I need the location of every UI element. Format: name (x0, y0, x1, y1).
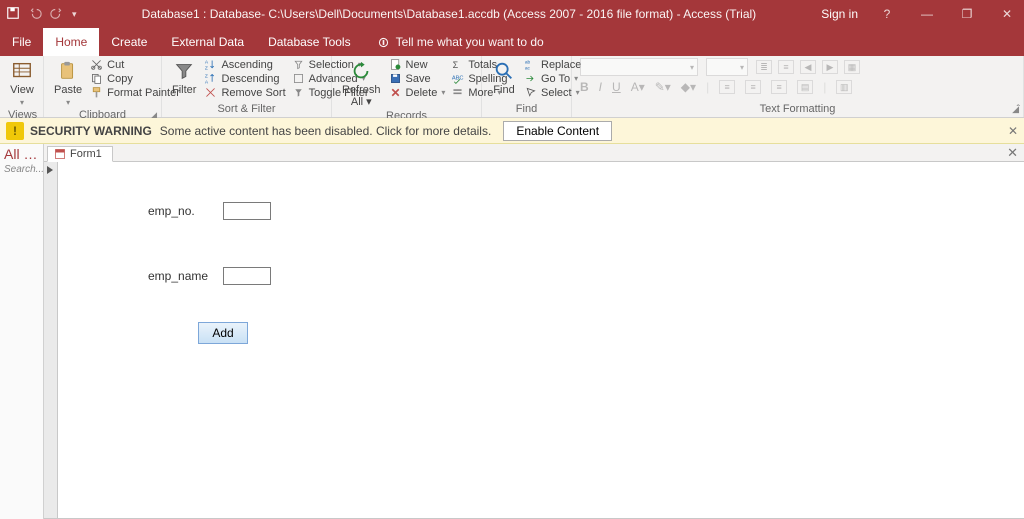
collapse-ribbon-icon[interactable]: ˆ (1017, 104, 1020, 115)
help-icon[interactable]: ? (876, 7, 898, 21)
minimize-icon[interactable]: — (916, 7, 938, 21)
svg-text:Z: Z (205, 65, 208, 71)
tab-database-tools[interactable]: Database Tools (256, 28, 363, 56)
security-title: SECURITY WARNING (30, 124, 152, 138)
align-left-icon[interactable]: ≡ (719, 80, 735, 94)
svg-text:ab: ab (525, 60, 531, 66)
highlight-icon[interactable]: ✎▾ (655, 80, 671, 94)
svg-text:ABC: ABC (452, 75, 464, 81)
delete-record-button[interactable]: Delete▾ (389, 86, 446, 99)
remove-sort-button[interactable]: Remove Sort (204, 86, 285, 99)
signin-link[interactable]: Sign in (821, 7, 858, 21)
tab-home[interactable]: Home (43, 28, 99, 56)
filter-button[interactable]: Filter (170, 58, 198, 98)
add-button[interactable]: Add (198, 322, 248, 344)
conditional-fmt-icon[interactable]: ▥ (836, 80, 852, 94)
security-message: Some active content has been disabled. C… (160, 124, 492, 138)
tab-file[interactable]: File (0, 28, 43, 56)
save-icon[interactable] (6, 6, 20, 23)
bullets-icon[interactable]: ≣ (756, 60, 772, 74)
new-record-button[interactable]: New (389, 58, 446, 71)
emp-name-field[interactable] (223, 267, 271, 285)
underline-icon[interactable]: U (612, 80, 621, 94)
navigation-pane[interactable]: All … Search...🔍 (0, 144, 44, 519)
fill-color-icon[interactable]: ◆▾ (681, 80, 696, 94)
doc-tab-form1[interactable]: Form1 (47, 146, 113, 162)
undo-icon[interactable] (28, 6, 42, 23)
title-bar: ▾ Database1 : Database- C:\Users\Dell\Do… (0, 0, 1024, 28)
font-size-combo[interactable]: ▾ (706, 58, 748, 76)
security-close-icon[interactable]: ✕ (1008, 124, 1018, 138)
workspace: All … Search...🔍 Form1 ✕ emp_no. emp_nam… (0, 144, 1024, 519)
view-button[interactable]: View ▾ (8, 58, 36, 109)
gridlines-icon[interactable]: ▦ (844, 60, 860, 74)
refresh-all-button[interactable]: RefreshAll ▾ (340, 58, 383, 110)
ribbon: View ▾ Views Paste ▾ Cut Copy Format Pai… (0, 56, 1024, 118)
numbering-icon[interactable]: ≡ (778, 60, 794, 74)
tellme-label: Tell me what you want to do (396, 35, 544, 49)
group-sortfilter-label: Sort & Filter (170, 103, 323, 117)
indent-inc-icon[interactable]: ▶ (822, 60, 838, 74)
record-selector[interactable] (44, 162, 58, 518)
doc-tab-label: Form1 (70, 148, 102, 160)
nav-header[interactable]: All … (0, 144, 43, 164)
svg-text:A: A (205, 79, 209, 85)
italic-icon[interactable]: I (599, 80, 602, 94)
shield-icon: ! (6, 122, 24, 140)
align-right-icon[interactable]: ≡ (771, 80, 787, 94)
current-record-icon (47, 166, 53, 174)
svg-text:ac: ac (525, 66, 531, 71)
svg-text:Σ: Σ (453, 60, 459, 70)
align-center-icon[interactable]: ≡ (745, 80, 761, 94)
redo-icon[interactable] (50, 6, 64, 23)
group-textfmt-label: Text Formatting (760, 103, 836, 115)
bold-icon[interactable]: B (580, 80, 589, 94)
nav-search[interactable]: Search...🔍 (0, 164, 43, 175)
doc-close-icon[interactable]: ✕ (1007, 145, 1018, 161)
svg-text:A: A (205, 60, 209, 66)
enable-content-button[interactable]: Enable Content (503, 121, 612, 141)
font-name-combo[interactable]: ▾ (580, 58, 698, 76)
tellme-search[interactable]: Tell me what you want to do (363, 28, 544, 56)
group-find-label: Find (490, 103, 563, 117)
find-button[interactable]: Find (490, 58, 518, 98)
svg-text:Z: Z (205, 74, 208, 80)
restore-icon[interactable]: ❐ (956, 7, 978, 21)
form-icon (54, 148, 66, 160)
descending-button[interactable]: ZADescending (204, 72, 285, 85)
ribbon-tabs: File Home Create External Data Database … (0, 28, 1024, 56)
paste-button[interactable]: Paste ▾ (52, 58, 84, 109)
alt-row-color-icon[interactable]: ▤ (797, 80, 813, 94)
emp-no-field[interactable] (223, 202, 271, 220)
close-icon[interactable]: ✕ (996, 7, 1018, 21)
ascending-button[interactable]: AZAscending (204, 58, 285, 71)
emp-no-label: emp_no. (148, 204, 223, 218)
form-view: emp_no. emp_name Add (44, 162, 1024, 519)
security-warning-bar: ! SECURITY WARNING Some active content h… (0, 118, 1024, 144)
indent-dec-icon[interactable]: ◀ (800, 60, 816, 74)
tab-create[interactable]: Create (99, 28, 159, 56)
save-record-button[interactable]: Save (389, 72, 446, 85)
document-tabs: Form1 ✕ (44, 144, 1024, 162)
window-title: Database1 : Database- C:\Users\Dell\Docu… (77, 7, 822, 21)
font-color-icon[interactable]: A▾ (631, 80, 645, 94)
tab-external-data[interactable]: External Data (159, 28, 256, 56)
emp-name-label: emp_name (148, 269, 223, 283)
